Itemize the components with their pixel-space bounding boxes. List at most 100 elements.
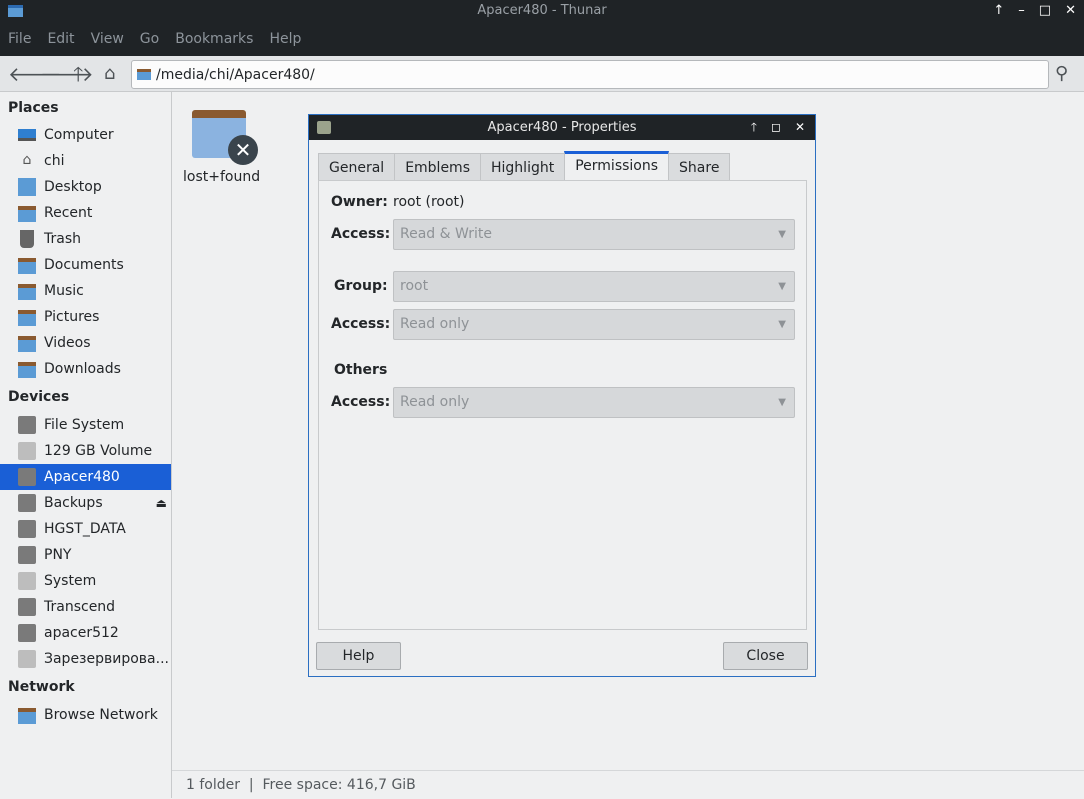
group-label: Group: — [334, 278, 388, 294]
help-button[interactable]: Help — [316, 642, 401, 670]
menu-go[interactable]: Go — [140, 31, 159, 47]
no-access-emblem-icon: ✕ — [228, 135, 258, 165]
sidebar-item-transcend[interactable]: Transcend — [0, 594, 171, 620]
toolbar: 🡐 🡒 🡑 ⌂ /media/chi/Apacer480/ ⚲ — [0, 56, 1084, 92]
owner-access-label: Access: — [331, 226, 391, 242]
others-label: Others — [334, 362, 388, 378]
trash-icon — [20, 230, 34, 248]
drive-icon — [18, 468, 36, 486]
keep-above-icon[interactable]: ↑ — [993, 0, 1004, 22]
sidebar-item-file-system[interactable]: File System — [0, 412, 171, 438]
window-title: Apacer480 - Thunar — [477, 3, 607, 18]
devices-header: Devices — [8, 389, 70, 405]
maximize-icon[interactable]: □ — [1039, 0, 1051, 22]
dropdown-arrow-icon: ▼ — [778, 229, 786, 240]
sidebar-item-documents[interactable]: Documents — [0, 252, 171, 278]
tab-share[interactable]: Share — [668, 153, 731, 181]
menu-help[interactable]: Help — [269, 31, 301, 47]
music-icon — [18, 284, 36, 300]
desktop-icon — [18, 178, 36, 196]
dropdown-arrow-icon: ▼ — [778, 397, 786, 408]
owner-access-select[interactable]: Read & Write ▼ — [393, 219, 795, 250]
drive-icon — [18, 650, 36, 668]
home-icon: ⌂ — [22, 152, 32, 168]
tab-emblems[interactable]: Emblems — [394, 153, 481, 181]
location-text: /media/chi/Apacer480/ — [156, 66, 315, 83]
downloads-icon — [18, 362, 36, 378]
folder-icon — [137, 69, 151, 80]
sidebar-item-129gb-volume[interactable]: 129 GB Volume — [0, 438, 171, 464]
keep-above-icon[interactable]: 🡑 — [751, 115, 757, 140]
minimize-icon[interactable]: – — [1018, 0, 1025, 22]
dialog-title: Apacer480 - Properties — [487, 120, 637, 135]
close-window-icon[interactable]: ✕ — [1065, 0, 1076, 22]
search-icon[interactable]: ⚲ — [1055, 62, 1068, 86]
location-bar[interactable]: /media/chi/Apacer480/ — [131, 60, 1049, 89]
sidebar-item-backups[interactable]: Backups ⏏ — [0, 490, 171, 516]
sidebar-item-trash[interactable]: Trash — [0, 226, 171, 252]
owner-label: Owner: — [331, 194, 388, 210]
sidebar-item-hgst-data[interactable]: HGST_DATA — [0, 516, 171, 542]
properties-dialog: Apacer480 - Properties 🡑 ◻ ✕ General Emble… — [308, 114, 816, 677]
drive-icon — [18, 572, 36, 590]
documents-icon — [18, 258, 36, 274]
window-titlebar: Apacer480 - Thunar ↑ – □ ✕ — [0, 0, 1084, 22]
owner-value: root (root) — [393, 194, 465, 210]
network-header: Network — [8, 679, 75, 695]
sidebar-item-apacer512[interactable]: apacer512 — [0, 620, 171, 646]
sidebar: Places Computer ⌂ chi Desktop Recent Tras… — [0, 92, 172, 798]
sidebar-item-apacer480[interactable]: Apacer480 — [0, 464, 171, 490]
tab-highlight[interactable]: Highlight — [480, 153, 566, 181]
menu-view[interactable]: View — [91, 31, 124, 47]
dropdown-arrow-icon: ▼ — [778, 319, 786, 330]
sidebar-item-recent[interactable]: Recent — [0, 200, 171, 226]
maximize-icon[interactable]: ◻ — [771, 115, 781, 140]
sidebar-item-videos[interactable]: Videos — [0, 330, 171, 356]
group-access-select[interactable]: Read only ▼ — [393, 309, 795, 340]
sidebar-item-desktop[interactable]: Desktop — [0, 174, 171, 200]
up-icon[interactable]: 🡑 — [73, 62, 83, 86]
app-folder-icon — [8, 5, 23, 17]
videos-icon — [18, 336, 36, 352]
drive-icon — [18, 624, 36, 642]
drive-icon — [317, 121, 331, 134]
computer-icon — [18, 129, 36, 141]
drive-icon — [18, 546, 36, 564]
sidebar-item-chi[interactable]: ⌂ chi — [0, 148, 171, 174]
group-access-label: Access: — [331, 316, 391, 332]
menu-file[interactable]: File — [8, 31, 31, 47]
tab-permissions[interactable]: Permissions — [564, 151, 670, 181]
tab-general[interactable]: General — [318, 153, 396, 181]
others-access-label: Access: — [331, 394, 391, 410]
sidebar-item-browse-network[interactable]: Browse Network — [0, 702, 171, 728]
sidebar-item-pictures[interactable]: Pictures — [0, 304, 171, 330]
sidebar-item-reserved[interactable]: Зарезервирова... — [0, 646, 171, 672]
eject-icon[interactable]: ⏏ — [156, 496, 167, 510]
others-access-select[interactable]: Read only ▼ — [393, 387, 795, 418]
close-icon[interactable]: ✕ — [795, 115, 805, 140]
drive-icon — [18, 598, 36, 616]
recent-icon — [18, 206, 36, 222]
sidebar-item-pny[interactable]: PNY — [0, 542, 171, 568]
network-folder-icon — [18, 708, 36, 724]
drive-icon — [18, 520, 36, 538]
sidebar-item-downloads[interactable]: Downloads — [0, 356, 171, 382]
menu-edit[interactable]: Edit — [47, 31, 74, 47]
drive-icon — [18, 416, 36, 434]
dropdown-arrow-icon: ▼ — [778, 281, 786, 292]
pictures-icon — [18, 310, 36, 326]
sidebar-item-music[interactable]: Music — [0, 278, 171, 304]
sidebar-item-computer[interactable]: Computer — [0, 122, 171, 148]
close-button[interactable]: Close — [723, 642, 808, 670]
places-header: Places — [8, 100, 59, 116]
status-bar: 1 folder | Free space: 416,7 GiB — [172, 770, 1084, 798]
drive-icon — [18, 494, 36, 512]
permissions-panel: Owner: root (root) Access: Read & Write ▼… — [318, 180, 807, 630]
drive-icon — [18, 442, 36, 460]
forward-icon[interactable]: 🡒 — [40, 62, 94, 86]
menubar: File Edit View Go Bookmarks Help — [0, 22, 1084, 56]
menu-bookmarks[interactable]: Bookmarks — [175, 31, 253, 47]
sidebar-item-system[interactable]: System — [0, 568, 171, 594]
group-select[interactable]: root ▼ — [393, 271, 795, 302]
home-icon[interactable]: ⌂ — [104, 62, 115, 86]
